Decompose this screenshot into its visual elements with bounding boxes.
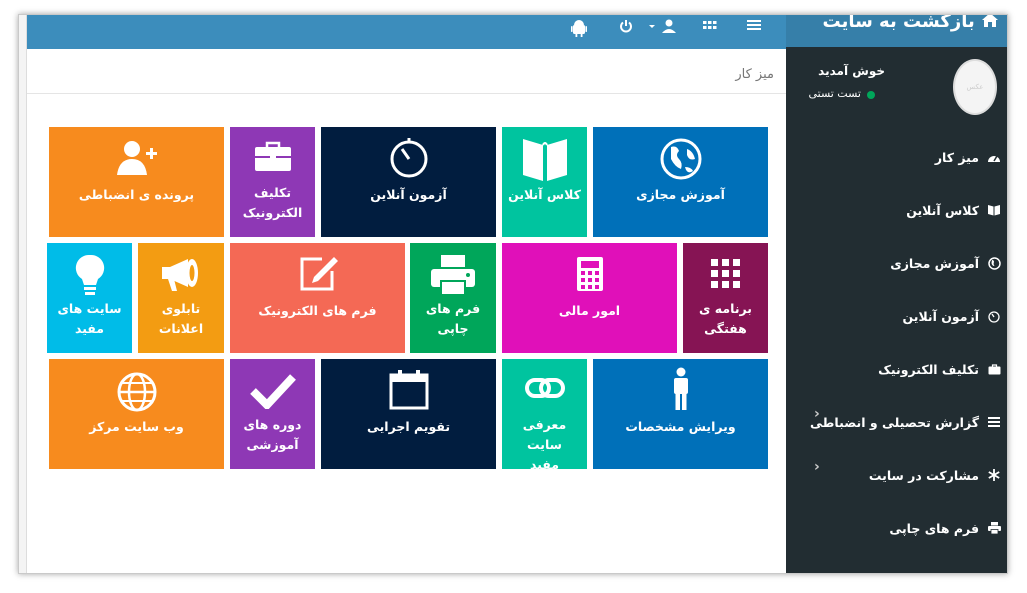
tile-label: سایت های مفید (57, 301, 122, 336)
menu-icon[interactable] (747, 19, 761, 38)
checkmark-icon (230, 373, 315, 409)
briefcase-icon (987, 362, 1001, 376)
welcome-text: خوش آمدید (818, 64, 885, 78)
tile-label: پرونده ی انضباطی (78, 187, 195, 202)
window-left-edge (19, 15, 27, 573)
back-to-site-header: بازگشت به سایت (822, 14, 999, 33)
dashboard-icon (987, 150, 1001, 164)
tile-introduce-useful-site[interactable]: معرفی سایت مفید (502, 359, 587, 472)
sidebar-item-label: گزارش تحصیلی و انضباطی (810, 414, 979, 430)
back-to-site-link[interactable]: بازگشت به سایت (786, 14, 1007, 47)
asterisk-icon (987, 468, 1001, 482)
sidebar-item-label: آزمون آنلاین (902, 308, 980, 324)
tile-label: امور مالی (558, 303, 621, 318)
sidebar-item-label: میز کار (934, 149, 979, 165)
chevron-left-icon[interactable]: ‹ (814, 459, 820, 475)
chevron-left-icon[interactable]: ‹ (814, 406, 820, 422)
user-dropdown-icon[interactable] (649, 19, 679, 38)
megaphone-icon (138, 255, 224, 293)
sidebar-item-dashboard[interactable]: میز کار (786, 131, 1007, 183)
tile-label: معرفی سایت مفید (522, 417, 567, 472)
calculator-icon (502, 255, 677, 293)
user-panel: عکس خوش آمدید تست تستی (786, 47, 1007, 129)
world-icon (49, 371, 224, 413)
sidebar-item-printed-forms[interactable]: فرم های چاپی (786, 502, 1007, 554)
tile-online-class[interactable]: کلاس آنلاین (502, 127, 587, 237)
user-add-icon (49, 139, 224, 177)
avatar-placeholder: عکس (966, 83, 984, 91)
tile-label: دوره های آموزشی (243, 417, 302, 452)
tile-electronic-assignment[interactable]: تکلیف الکترونیک (230, 127, 315, 237)
timer-icon (321, 137, 496, 179)
tile-executive-calendar[interactable]: تقویم اجرایی (321, 359, 496, 469)
sidebar-item-academic-report[interactable]: گزارش تحصیلی و انضباطی ‹ (786, 396, 1007, 448)
person-icon (593, 367, 768, 411)
tile-label: آزمون آنلاین (370, 187, 447, 202)
app-window: میز کار پرونده ی انضباطی تکلیف الکترونیک… (18, 14, 1008, 574)
tile-label: فرم های چاپی (425, 301, 481, 336)
tile-label: ویرایش مشخصات (625, 419, 736, 434)
divider (27, 93, 786, 94)
sidebar: بازگشت به سایت عکس خوش آمدید تست تستی می… (786, 14, 1007, 573)
tile-training-courses[interactable]: دوره های آموزشی (230, 359, 315, 469)
book-icon (502, 133, 587, 183)
globe-icon (987, 256, 1001, 270)
tile-center-website[interactable]: وب سایت مرکز (49, 359, 224, 469)
book-icon (987, 203, 1001, 217)
timer-icon (987, 309, 1001, 323)
tile-label: وب سایت مرکز (89, 419, 184, 434)
grid-icon[interactable] (703, 19, 717, 38)
android-icon[interactable] (571, 19, 587, 42)
tile-disciplinary-record[interactable]: پرونده ی انضباطی (49, 127, 224, 237)
sidebar-item-electronic-assignment[interactable]: تکلیف الکترونیک (786, 343, 1007, 395)
sidebar-item-label: کلاس آنلاین (906, 202, 979, 218)
top-navbar (27, 15, 793, 49)
tile-label: تکلیف الکترونیک (242, 185, 303, 220)
tile-label: آموزش مجازی (636, 187, 725, 202)
tile-notice-board[interactable]: تابلوی اعلانات (138, 243, 224, 353)
tile-online-exam[interactable]: آزمون آنلاین (321, 127, 496, 237)
tile-electronic-forms[interactable]: فرم های الکترونیک (230, 243, 405, 353)
printer-icon (410, 253, 496, 297)
tile-label: برنامه ی هفتگی (699, 301, 752, 336)
tile-edit-profile[interactable]: ویرایش مشخصات (593, 359, 768, 469)
tile-label: تابلوی اعلانات (158, 301, 204, 336)
sidebar-item-online-class[interactable]: کلاس آنلاین (786, 184, 1007, 236)
tile-weekly-schedule[interactable]: برنامه ی هفتگی (683, 243, 768, 353)
sidebar-item-online-exam[interactable]: آزمون آنلاین (786, 290, 1007, 342)
lightbulb-icon (47, 253, 132, 297)
link-icon (502, 375, 587, 401)
tile-useful-sites[interactable]: سایت های مفید (47, 243, 132, 353)
calendar-icon (321, 369, 496, 411)
list-icon (987, 415, 1001, 429)
power-icon[interactable] (619, 19, 633, 38)
printer-icon (987, 521, 1001, 535)
tile-label: کلاس آنلاین (508, 187, 581, 202)
edit-icon (230, 255, 405, 293)
tile-financial-affairs[interactable]: امور مالی (502, 243, 677, 353)
sidebar-item-virtual-education[interactable]: آموزش مجازی (786, 237, 1007, 289)
tile-label: فرم های الکترونیک (258, 303, 377, 318)
briefcase-icon (230, 141, 315, 173)
user-name: تست تستی (808, 87, 861, 100)
avatar: عکس (953, 59, 997, 115)
sidebar-item-label: آموزش مجازی (890, 255, 979, 271)
grid-dots-icon (683, 257, 768, 291)
globe-icon (593, 137, 768, 181)
sidebar-item-label: تکلیف الکترونیک (878, 361, 979, 377)
sidebar-item-label: مشارکت در سایت (868, 467, 979, 483)
tile-label: تقویم اجرایی (366, 419, 451, 434)
tile-virtual-education[interactable]: آموزش مجازی (593, 127, 768, 237)
main-content: میز کار پرونده ی انضباطی تکلیف الکترونیک… (27, 49, 786, 573)
home-icon (981, 15, 999, 33)
back-to-site-label: بازگشت به سایت (822, 14, 975, 32)
tile-printed-forms[interactable]: فرم های چاپی (410, 243, 496, 353)
page-title: میز کار (735, 67, 774, 82)
sidebar-item-label: فرم های چاپی (889, 520, 979, 536)
sidebar-item-site-participation[interactable]: مشارکت در سایت ‹ (786, 449, 1007, 501)
online-status-icon (867, 91, 875, 99)
